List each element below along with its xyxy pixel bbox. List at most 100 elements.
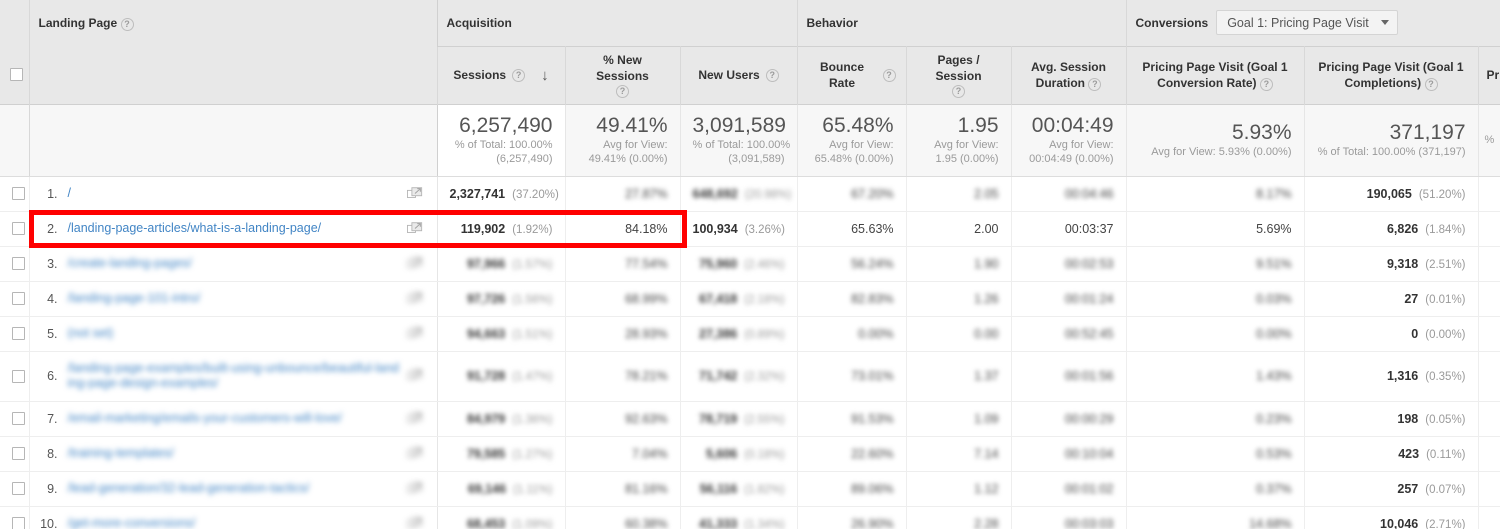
row-checkbox[interactable] [12, 447, 25, 460]
table-row[interactable]: 7. /email-marketing/emails-your-customers… [0, 401, 1500, 437]
landing-page-link[interactable]: /create-landing-pages/ [68, 256, 407, 271]
help-icon[interactable]: ? [120, 17, 134, 31]
row-checkbox[interactable] [12, 327, 25, 340]
cell-landing-page: 8. /training-templates/ [29, 436, 438, 472]
table-row[interactable]: 1. / 2,327,741 (37.20%) 27.87% 648,692 (20.98%… [0, 176, 1500, 212]
landing-page-link[interactable]: /lead-generation/32-lead-generation-tact… [68, 481, 407, 496]
help-icon[interactable]: ? [1259, 78, 1273, 91]
row-checkbox[interactable] [12, 292, 25, 305]
open-in-new-window-icon[interactable] [406, 481, 425, 496]
table-row[interactable]: 4. /landing-page-101-intro/97,726 (1.56%) 6… [0, 281, 1500, 317]
cell-landing-page: 2. /landing-page-articles/what-is-a-landi… [29, 211, 438, 247]
bounce-rate-value: 73.01% [851, 369, 894, 383]
summary-goal-completions: 371,197 % of Total: 100.00% (371,197) [1304, 103, 1479, 177]
open-in-new-window-icon[interactable] [406, 291, 425, 306]
row-checkbox[interactable] [12, 412, 25, 425]
cell-landing-page: 5. (not set) [29, 316, 438, 352]
avg-duration-value: 00:00:29 [1064, 411, 1114, 426]
open-in-new-window-icon[interactable] [406, 446, 425, 461]
open-in-new-window-icon[interactable] [406, 186, 425, 201]
landing-page-link[interactable]: /landing-page-101-intro/ [68, 291, 407, 306]
cell-landing-page: 6. /landing-page-examples/built-using-unb… [29, 351, 438, 402]
cell-pages-session: 1.09 [906, 401, 1012, 437]
cell-goal-completions: 198 (0.05%) [1304, 401, 1479, 437]
bounce-rate-value: 0.00% [858, 326, 894, 341]
sessions-value: 79,585 [466, 446, 506, 461]
column-header-goal-conversion-rate[interactable]: Pricing Page Visit (Goal 1 Conversion Ra… [1126, 45, 1305, 104]
row-checkbox[interactable] [12, 482, 25, 495]
row-index: 2. [47, 221, 58, 236]
landing-page-link[interactable]: /landing-page-articles/what-is-a-landing… [68, 221, 407, 236]
column-header-goal-completions[interactable]: Pricing Page Visit (Goal 1 Completions) … [1304, 45, 1479, 104]
summary-sessions-sub2: (6,257,490) [496, 153, 553, 165]
select-all-checkbox[interactable] [10, 68, 23, 82]
open-in-new-window-icon[interactable] [406, 369, 425, 383]
open-in-new-window-icon[interactable] [406, 326, 425, 341]
goal-conv-rate-value: 1.43% [1256, 369, 1292, 383]
help-icon[interactable]: ? [882, 68, 896, 82]
landing-page-link[interactable]: / [68, 186, 407, 201]
open-in-new-window-icon[interactable] [406, 516, 425, 529]
table-row[interactable]: 5. (not set) 94,663 (1.51%) 28.93% 27,386 (0.8… [0, 316, 1500, 352]
open-in-new-window-icon[interactable] [406, 256, 425, 271]
cell-new-sessions-pct: 60.38% [565, 506, 681, 529]
goal-conv-rate-value: 0.03% [1256, 291, 1292, 306]
help-icon[interactable]: ? [1088, 78, 1102, 91]
landing-page-link[interactable]: /landing-page-examples/built-using-unbou… [68, 361, 407, 391]
row-checkbox[interactable] [12, 187, 25, 200]
goal-completions-value: 0 [1411, 326, 1419, 341]
cell-goal-value-truncated [1478, 436, 1500, 472]
row-checkbox[interactable] [12, 369, 25, 383]
summary-new-users-sub2: (3,091,589) [728, 153, 785, 165]
row-checkbox[interactable] [12, 257, 25, 270]
cell-sessions: 79,585 (1.27%) [437, 436, 566, 472]
landing-page-link[interactable]: /email-marketing/emails-your-customers-w… [68, 411, 407, 426]
open-in-new-window-icon[interactable] [406, 411, 425, 426]
help-icon[interactable]: ? [1424, 78, 1438, 91]
cell-goal-completions: 257 (0.07%) [1304, 471, 1479, 507]
row-index: 5. [47, 326, 58, 341]
row-index: 6. [47, 369, 58, 383]
row-checkbox[interactable] [12, 517, 25, 529]
sort-descending-icon[interactable]: ↓ [541, 68, 549, 83]
landing-page-link[interactable]: /training-templates/ [68, 446, 407, 461]
cell-landing-page: 9. /lead-generation/32-lead-generation-ta… [29, 471, 438, 507]
new-users-percent: (2.55%) [744, 413, 785, 426]
column-header-new-users[interactable]: New Users ? [680, 45, 798, 104]
table-row[interactable]: 8. /training-templates/79,585 (1.27%) 7.04%… [0, 436, 1500, 472]
goal-selector-dropdown[interactable]: Goal 1: Pricing Page Visit [1216, 10, 1398, 36]
row-checkbox[interactable] [12, 222, 25, 235]
pages-session-value: 7.14 [974, 446, 999, 461]
landing-page-link[interactable]: (not set) [68, 326, 407, 341]
table-row[interactable]: 2. /landing-page-articles/what-is-a-landi… [0, 211, 1500, 247]
cell-goal-conv-rate: 8.17% [1126, 176, 1305, 212]
summary-pages-session: 1.95 Avg for View: 1.95 (0.00%) [906, 103, 1012, 177]
help-icon[interactable]: ? [512, 68, 526, 82]
new-users-value: 648,692 [692, 186, 738, 201]
sessions-percent: (1.51%) [512, 328, 553, 341]
table-row[interactable]: 9. /lead-generation/32-lead-generation-ta… [0, 471, 1500, 507]
table-row[interactable]: 3. /create-landing-pages/97,966 (1.57%) 77.… [0, 246, 1500, 282]
column-header-sessions[interactable]: Sessions ? ↓ [437, 45, 566, 104]
column-header-pages-session[interactable]: Pages / Session ? [906, 45, 1012, 104]
cell-sessions: 2,327,741 (37.20%) [437, 176, 566, 212]
summary-new-users-value: 3,091,589 [692, 114, 786, 137]
help-icon[interactable]: ? [765, 68, 779, 82]
column-header-bounce-rate[interactable]: Bounce Rate ? [797, 45, 907, 104]
open-in-new-window-icon[interactable] [406, 221, 425, 236]
column-header-goal-value-truncated[interactable]: Pric [1478, 45, 1500, 104]
goal-conv-rate-value: 0.37% [1256, 481, 1292, 496]
cell-new-sessions-pct: 27.87% [565, 176, 681, 212]
new-users-value: 71,742 [699, 369, 738, 383]
table-row[interactable]: 6. /landing-page-examples/built-using-unb… [0, 351, 1500, 402]
cell-bounce-rate: 91.53% [797, 401, 907, 437]
goal-conv-rate-value: 14.68% [1249, 516, 1292, 529]
column-header-avg-session-duration[interactable]: Avg. Session Duration ? [1011, 45, 1127, 104]
landing-page-link[interactable]: /get-more-conversions/ [68, 516, 407, 529]
table-row[interactable]: 10. /get-more-conversions/68,453 (1.09%) 60… [0, 506, 1500, 529]
column-header-new-sessions-pct[interactable]: % New Sessions ? [565, 45, 681, 104]
help-icon[interactable]: ? [952, 85, 966, 98]
cell-goal-completions: 1,316 (0.35%) [1304, 351, 1479, 402]
sessions-value: 68,453 [466, 516, 506, 529]
help-icon[interactable]: ? [616, 85, 629, 98]
